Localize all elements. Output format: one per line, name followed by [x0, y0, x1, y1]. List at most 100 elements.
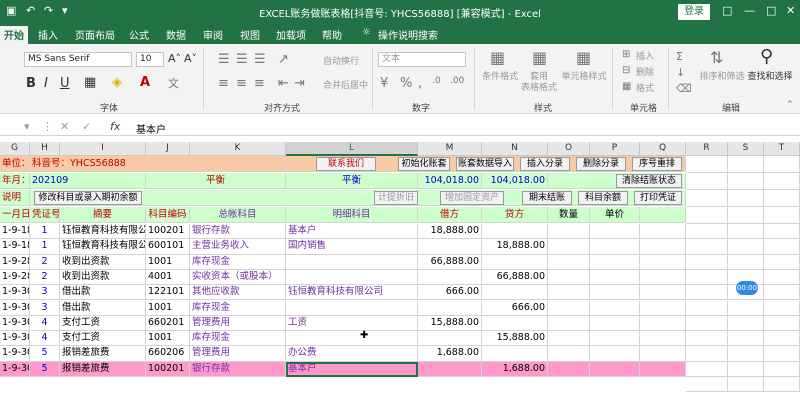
delete-entry-button[interactable]: 删除分录 [576, 157, 626, 171]
cell-empty[interactable] [686, 300, 728, 316]
cell-empty[interactable] [590, 269, 640, 286]
cell-empty[interactable] [590, 315, 640, 332]
sort-filter-button[interactable]: 排序和筛选 [698, 72, 746, 83]
cell-general[interactable]: 库存现金 [190, 300, 286, 316]
align-center-icon[interactable]: ≡ [236, 76, 247, 91]
grow-font-icon[interactable]: A˄ [168, 52, 181, 65]
delete-cells-icon[interactable]: ⊟ [622, 65, 630, 76]
cell-empty[interactable] [548, 315, 590, 332]
table-format-icon[interactable]: ▦ [532, 48, 547, 67]
conditional-format-icon[interactable]: ▦ [490, 48, 505, 67]
print-voucher-button[interactable]: 打印凭证 [634, 191, 682, 205]
cell-empty[interactable] [764, 331, 800, 347]
cell-empty[interactable] [640, 315, 686, 332]
cell-empty[interactable] [764, 156, 800, 173]
cell-summary[interactable]: 报销差旅费 [60, 346, 146, 362]
cell-empty[interactable] [686, 346, 728, 362]
cell-no[interactable]: 2 [30, 269, 60, 286]
cell-empty[interactable] [548, 346, 590, 362]
cell-date[interactable]: 1-9-30 [0, 331, 30, 347]
cell-debit[interactable]: 66,888.00 [418, 254, 482, 270]
column-header-r[interactable]: R [686, 142, 728, 156]
cell-summary[interactable]: 收到出资款 [60, 254, 146, 270]
cell-empty[interactable] [640, 331, 686, 347]
align-right-icon[interactable]: ≡ [254, 76, 265, 91]
tab-formulas[interactable]: 公式 [129, 27, 149, 42]
column-header-n[interactable]: N [482, 142, 548, 156]
tab-insert[interactable]: 插入 [38, 27, 58, 42]
cell-empty[interactable] [728, 315, 764, 332]
cell-empty[interactable] [728, 377, 764, 393]
sort-filter-icon[interactable]: ⇅ [710, 48, 723, 67]
cell-style-button[interactable]: 单元格样式 [560, 72, 608, 83]
collapse-ribbon-icon[interactable]: ⌃ [786, 100, 794, 110]
cell-empty[interactable] [728, 207, 764, 224]
cell-code[interactable]: 4001 [146, 269, 190, 286]
minimize-icon[interactable]: — [744, 4, 755, 17]
cell-no[interactable]: 1 [30, 239, 60, 255]
outdent-icon[interactable]: ⇥ [294, 76, 305, 91]
tab-home[interactable]: 开始 [0, 26, 28, 44]
insert-cells-button[interactable]: 插入 [636, 49, 654, 62]
cell-empty[interactable] [764, 173, 800, 190]
modify-init-balance-button[interactable]: 修改科目或录入期初余额 [34, 191, 142, 205]
cell-empty[interactable] [728, 239, 764, 255]
merge-center-button[interactable]: 合并后居中 [323, 78, 368, 91]
insert-cells-icon[interactable]: ⊞ [622, 49, 630, 60]
cell-empty[interactable] [590, 239, 640, 255]
cell-empty[interactable] [764, 300, 800, 316]
cell-debit[interactable] [418, 361, 482, 377]
cell-general[interactable]: 管理费用 [190, 315, 286, 332]
indent-icon[interactable]: ⇤ [278, 76, 289, 91]
cell-empty[interactable] [590, 300, 640, 316]
cell-empty[interactable] [728, 346, 764, 362]
cell-no[interactable]: 3 [30, 285, 60, 301]
cell-empty[interactable] [686, 190, 728, 207]
column-header-i[interactable]: I [60, 142, 146, 156]
tab-data[interactable]: 数据 [166, 27, 186, 42]
period-value[interactable]: 202109 [30, 173, 146, 189]
cell-empty[interactable] [590, 361, 640, 377]
tab-addins[interactable]: 加载项 [276, 27, 306, 42]
percent-icon[interactable]: % [400, 76, 412, 91]
cell-detail[interactable] [286, 254, 418, 270]
cell-empty[interactable] [728, 190, 764, 207]
cell-detail[interactable]: 工资 [286, 315, 418, 332]
cell-empty[interactable] [764, 285, 800, 301]
cell-empty[interactable] [686, 239, 728, 255]
cell-no[interactable]: 4 [30, 331, 60, 347]
cell-empty[interactable] [548, 285, 590, 301]
cell-empty[interactable] [640, 285, 686, 301]
cell-empty[interactable] [640, 300, 686, 316]
cell-summary[interactable]: 收到出资款 [60, 269, 146, 286]
cell-empty[interactable] [764, 254, 800, 270]
cell-code[interactable]: 100201 [146, 224, 190, 240]
active-cell[interactable]: 基本户 [286, 361, 418, 377]
cell-empty[interactable] [686, 315, 728, 332]
cell-detail[interactable]: 国内销售 [286, 239, 418, 255]
number-format-select[interactable]: 文本 [378, 52, 466, 67]
fill-icon[interactable]: ↓ [676, 66, 685, 79]
cell-empty[interactable] [686, 224, 728, 240]
wrap-text-button[interactable]: 自动换行 [323, 54, 359, 67]
cell-empty[interactable] [548, 224, 590, 240]
shrink-font-icon[interactable]: A˅ [184, 52, 197, 65]
close-icon[interactable]: ✕ [786, 4, 795, 17]
cell-no[interactable]: 1 [30, 224, 60, 240]
name-box-dropdown-icon[interactable]: ▾ [24, 120, 30, 133]
cell-empty[interactable] [686, 377, 728, 393]
cell-date[interactable]: 1-9-28 [0, 254, 30, 270]
reorder-button[interactable]: 序号重排 [632, 157, 682, 171]
cell-code[interactable]: 600101 [146, 239, 190, 255]
border-icon[interactable]: ▦ [84, 75, 96, 90]
decrease-decimal-icon[interactable]: .00 [450, 76, 464, 86]
cell-general[interactable]: 主营业务收入 [190, 239, 286, 255]
cell-empty[interactable] [764, 190, 800, 207]
clear-close-status-button[interactable]: 清除结账状态 [616, 174, 682, 188]
cell-detail[interactable] [286, 300, 418, 316]
cell-empty[interactable] [764, 239, 800, 255]
cell-code[interactable]: 1001 [146, 331, 190, 347]
cell-debit[interactable]: 18,888.00 [418, 224, 482, 240]
cell-general[interactable]: 管理费用 [190, 346, 286, 362]
table-format-button[interactable]: 套用 表格格式 [520, 72, 558, 94]
